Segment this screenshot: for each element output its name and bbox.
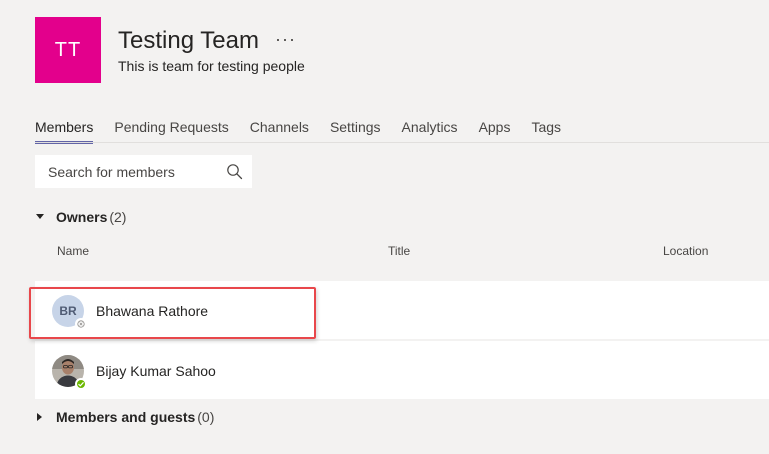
owners-title: Owners: [56, 209, 108, 225]
tab-analytics[interactable]: Analytics: [402, 117, 458, 144]
members-guests-section-toggle[interactable]: Members and guests (0): [35, 407, 214, 427]
team-initials: TT: [54, 38, 82, 61]
search-icon[interactable]: [226, 163, 243, 180]
member-row[interactable]: BR Bhawana Rathore: [35, 281, 769, 339]
tab-pending-requests[interactable]: Pending Requests: [114, 117, 228, 144]
tab-tags[interactable]: Tags: [531, 117, 561, 144]
owners-count: (2): [109, 209, 127, 225]
offline-status-icon: [75, 318, 87, 330]
owners-section-toggle[interactable]: Owners (2): [35, 207, 126, 227]
more-options-button[interactable]: ···: [275, 26, 296, 52]
tab-members[interactable]: Members: [35, 117, 94, 144]
tabs-divider: [35, 142, 769, 143]
members-guests-title: Members and guests: [56, 409, 196, 425]
caret-down-icon: [35, 212, 45, 222]
tab-channels[interactable]: Channels: [250, 117, 309, 144]
member-name: Bhawana Rathore: [96, 303, 209, 319]
member-search-box: [35, 155, 252, 188]
column-title[interactable]: Title: [388, 244, 410, 258]
avatar: [52, 355, 87, 390]
caret-right-icon: [35, 412, 45, 422]
search-input[interactable]: [35, 155, 220, 188]
team-tabs: Members Pending Requests Channels Settin…: [35, 117, 582, 145]
avatar-initials: BR: [59, 304, 77, 318]
column-location[interactable]: Location: [663, 244, 708, 258]
member-row[interactable]: Bijay Kumar Sahoo: [35, 341, 769, 399]
team-members-page: TT Testing Team ··· This is team for tes…: [0, 0, 769, 454]
member-name: Bijay Kumar Sahoo: [96, 363, 216, 379]
team-name: Testing Team: [118, 27, 259, 54]
available-status-icon: [75, 378, 87, 390]
members-guests-count: (0): [197, 409, 215, 425]
team-description: This is team for testing people: [118, 58, 305, 74]
tab-apps[interactable]: Apps: [479, 117, 511, 144]
tab-settings[interactable]: Settings: [330, 117, 381, 144]
team-avatar: TT: [35, 17, 101, 83]
column-name[interactable]: Name: [57, 244, 89, 258]
avatar: BR: [52, 295, 87, 330]
